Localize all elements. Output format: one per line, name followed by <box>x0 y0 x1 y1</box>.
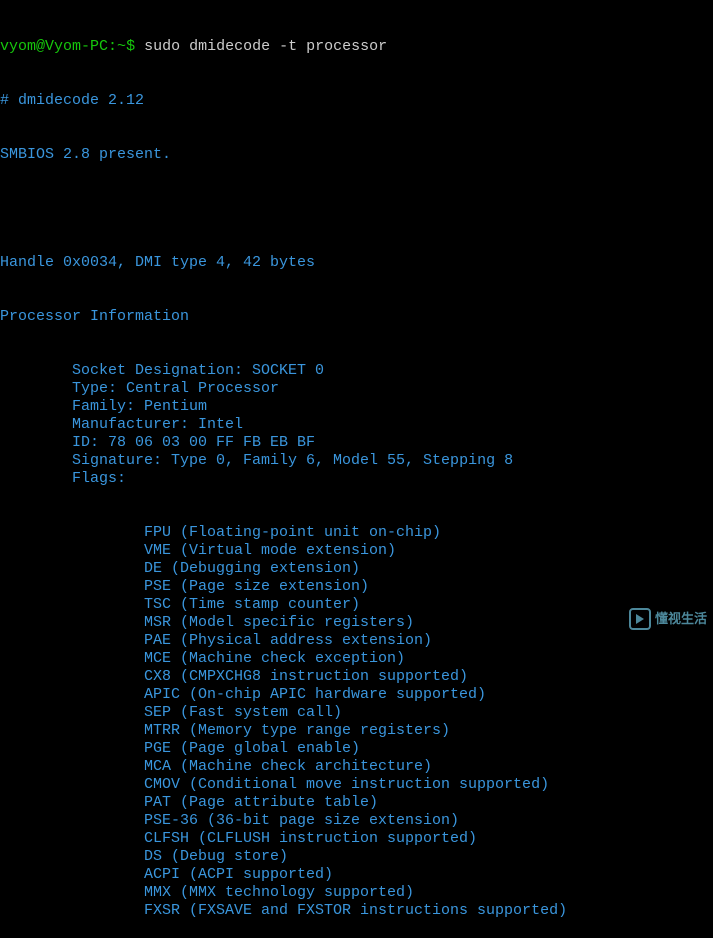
prompt-separator: : <box>108 38 117 55</box>
processor-flag: PAT (Page attribute table) <box>0 794 713 812</box>
processor-flag: DS (Debug store) <box>0 848 713 866</box>
processor-flag: SEP (Fast system call) <box>0 704 713 722</box>
processor-field: Manufacturer: Intel <box>0 416 713 434</box>
processor-field: Socket Designation: SOCKET 0 <box>0 362 713 380</box>
processor-flag: CX8 (CMPXCHG8 instruction supported) <box>0 668 713 686</box>
processor-flag: CLFSH (CLFLUSH instruction supported) <box>0 830 713 848</box>
processor-field: Flags: <box>0 470 713 488</box>
watermark: 懂视生活 <box>629 608 707 630</box>
processor-flag: PSE-36 (36-bit page size extension) <box>0 812 713 830</box>
handle-line: Handle 0x0034, DMI type 4, 42 bytes <box>0 254 713 272</box>
processor-flag: MSR (Model specific registers) <box>0 614 713 632</box>
processor-flag: TSC (Time stamp counter) <box>0 596 713 614</box>
processor-field: ID: 78 06 03 00 FF FB EB BF <box>0 434 713 452</box>
prompt-line: vyom@Vyom-PC:~$ sudo dmidecode -t proces… <box>0 38 713 56</box>
smbios-line: SMBIOS 2.8 present. <box>0 146 713 164</box>
processor-flag: VME (Virtual mode extension) <box>0 542 713 560</box>
processor-flag: PAE (Physical address extension) <box>0 632 713 650</box>
processor-flag: FXSR (FXSAVE and FXSTOR instructions sup… <box>0 902 713 920</box>
processor-flag: APIC (On-chip APIC hardware supported) <box>0 686 713 704</box>
section-title: Processor Information <box>0 308 713 326</box>
dmidecode-version: # dmidecode 2.12 <box>0 92 713 110</box>
processor-flag: MCA (Machine check architecture) <box>0 758 713 776</box>
processor-flag: PGE (Page global enable) <box>0 740 713 758</box>
processor-field: Family: Pentium <box>0 398 713 416</box>
processor-flag: CMOV (Conditional move instruction suppo… <box>0 776 713 794</box>
processor-field: Signature: Type 0, Family 6, Model 55, S… <box>0 452 713 470</box>
watermark-play-icon <box>629 608 651 630</box>
processor-flag: DE (Debugging extension) <box>0 560 713 578</box>
processor-field: Type: Central Processor <box>0 380 713 398</box>
processor-flag: MCE (Machine check exception) <box>0 650 713 668</box>
watermark-text: 懂视生活 <box>655 610 707 628</box>
terminal-output: vyom@Vyom-PC:~$ sudo dmidecode -t proces… <box>0 0 713 938</box>
command-text: sudo dmidecode -t processor <box>144 38 387 55</box>
prompt-user-host: vyom@Vyom-PC <box>0 38 108 55</box>
prompt-path: ~ <box>117 38 126 55</box>
processor-flag: MMX (MMX technology supported) <box>0 884 713 902</box>
processor-flag: ACPI (ACPI supported) <box>0 866 713 884</box>
processor-flag: PSE (Page size extension) <box>0 578 713 596</box>
processor-flag: MTRR (Memory type range registers) <box>0 722 713 740</box>
prompt-symbol: $ <box>126 38 135 55</box>
processor-flag: FPU (Floating-point unit on-chip) <box>0 524 713 542</box>
blank-line <box>0 200 713 218</box>
